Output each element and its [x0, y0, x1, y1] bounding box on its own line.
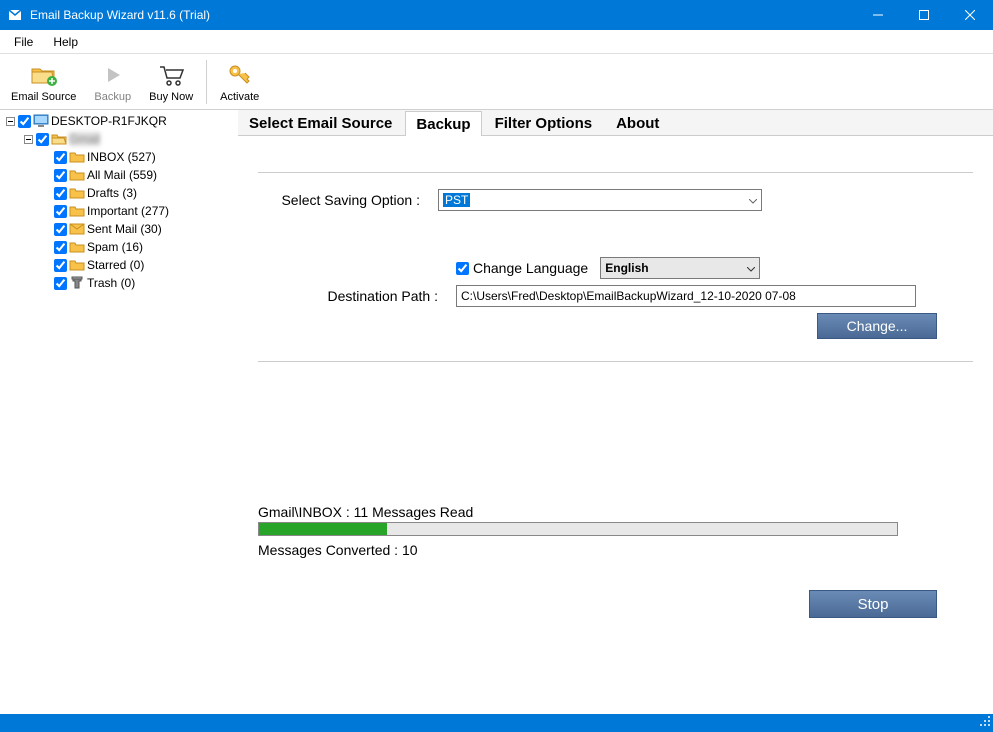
- messages-converted-label: Messages Converted : 10: [258, 542, 973, 558]
- destination-path-input[interactable]: [456, 285, 916, 307]
- tab-filter-options[interactable]: Filter Options: [484, 110, 604, 135]
- tab-select-source[interactable]: Select Email Source: [238, 110, 403, 135]
- change-button[interactable]: Change...: [817, 313, 937, 339]
- tree-folder[interactable]: Important (277): [40, 202, 234, 220]
- saving-option-label: Select Saving Option :: [258, 192, 438, 208]
- menubar: File Help: [0, 30, 993, 54]
- collapse-icon[interactable]: [22, 133, 34, 145]
- folder-icon: [69, 203, 85, 219]
- tree-folder[interactable]: Sent Mail (30): [40, 220, 234, 238]
- key-icon: [226, 61, 254, 89]
- tree-folder[interactable]: Trash (0): [40, 274, 234, 292]
- email-source-button[interactable]: Email Source: [3, 56, 84, 108]
- change-language-checkbox[interactable]: [456, 262, 469, 275]
- tab-about[interactable]: About: [605, 110, 670, 135]
- tree-folder[interactable]: Spam (16): [40, 238, 234, 256]
- maximize-button[interactable]: [901, 0, 947, 30]
- destination-path-label: Destination Path :: [258, 288, 456, 304]
- collapse-icon[interactable]: [4, 115, 16, 127]
- toolbar-separator: [206, 60, 207, 104]
- tree-checkbox[interactable]: [54, 205, 67, 218]
- folder-icon: [69, 275, 85, 291]
- minimize-button[interactable]: [855, 0, 901, 30]
- tree-checkbox[interactable]: [18, 115, 31, 128]
- tree-account[interactable]: Gmail: [22, 130, 234, 148]
- folder-icon: [69, 167, 85, 183]
- folder-icon: [69, 149, 85, 165]
- tab-backup[interactable]: Backup: [405, 111, 481, 136]
- tree-folder[interactable]: All Mail (559): [40, 166, 234, 184]
- folder-icon: [69, 239, 85, 255]
- change-language-label: Change Language: [473, 260, 588, 276]
- titlebar: Email Backup Wizard v11.6 (Trial): [0, 0, 993, 30]
- tree-checkbox[interactable]: [36, 133, 49, 146]
- chevron-down-icon: [749, 193, 757, 207]
- buy-now-button[interactable]: Buy Now: [141, 56, 201, 108]
- tree-root[interactable]: DESKTOP-R1FJKQR: [4, 112, 234, 130]
- language-select[interactable]: English: [600, 257, 760, 279]
- folder-icon: [69, 185, 85, 201]
- cart-icon: [157, 61, 185, 89]
- toolbar: Email Source Backup Buy Now Activate: [0, 54, 993, 110]
- tree-folder[interactable]: INBOX (527): [40, 148, 234, 166]
- menu-file[interactable]: File: [4, 33, 43, 51]
- close-button[interactable]: [947, 0, 993, 30]
- tree-checkbox[interactable]: [54, 241, 67, 254]
- tree-checkbox[interactable]: [54, 277, 67, 290]
- statusbar: [0, 714, 993, 732]
- resize-grip[interactable]: [979, 715, 991, 730]
- folder-tree[interactable]: DESKTOP-R1FJKQR Gmail INBOX (527)All Mai…: [0, 110, 238, 714]
- tree-checkbox[interactable]: [54, 259, 67, 272]
- tree-folder[interactable]: Starred (0): [40, 256, 234, 274]
- app-icon: [0, 7, 30, 23]
- progress-bar: [258, 522, 898, 536]
- folder-open-icon: [51, 131, 67, 147]
- tree-folder[interactable]: Drafts (3): [40, 184, 234, 202]
- window-title: Email Backup Wizard v11.6 (Trial): [30, 8, 855, 22]
- tree-checkbox[interactable]: [54, 151, 67, 164]
- menu-help[interactable]: Help: [43, 33, 88, 51]
- tree-checkbox[interactable]: [54, 223, 67, 236]
- tree-checkbox[interactable]: [54, 187, 67, 200]
- tree-checkbox[interactable]: [54, 169, 67, 182]
- folder-icon: [69, 221, 85, 237]
- computer-icon: [33, 113, 49, 129]
- stop-button[interactable]: Stop: [809, 590, 937, 618]
- tabs: Select Email Source Backup Filter Option…: [238, 110, 993, 136]
- play-icon: [99, 61, 127, 89]
- folder-icon: [69, 257, 85, 273]
- folder-add-icon: [30, 61, 58, 89]
- activate-button[interactable]: Activate: [212, 56, 267, 108]
- backup-button: Backup: [86, 56, 139, 108]
- saving-option-select[interactable]: PST: [438, 189, 762, 211]
- chevron-down-icon: [747, 261, 755, 275]
- progress-status-label: Gmail\INBOX : 11 Messages Read: [258, 504, 973, 520]
